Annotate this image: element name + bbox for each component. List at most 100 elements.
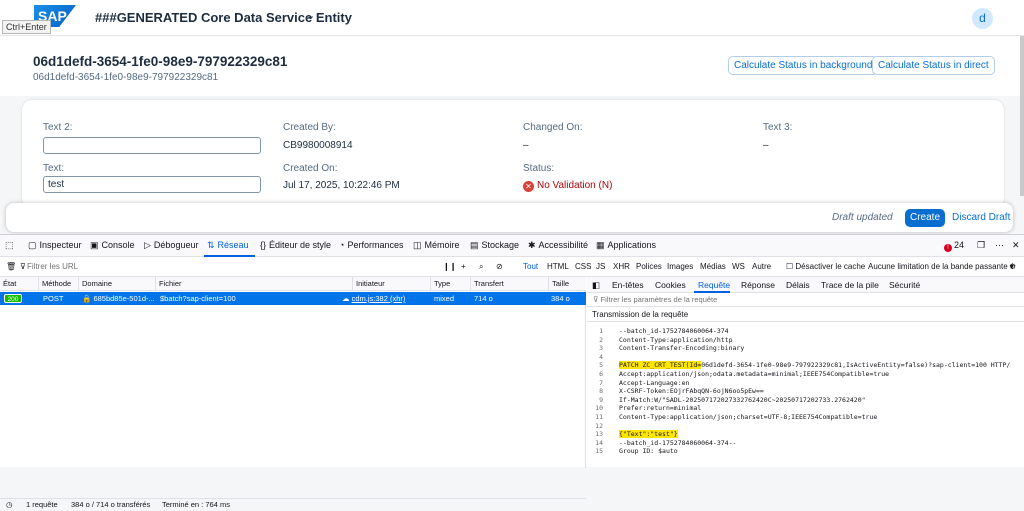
pick-element-icon[interactable]: ⬚ [5,240,14,251]
column-header-domain[interactable]: Domaine [78,277,112,291]
line-number: 14 [595,438,603,447]
tab-memory[interactable]: ◫ Mémoire [413,240,460,251]
type-filter-xhr[interactable]: XHR [613,262,630,271]
line-number: 15 [595,447,603,456]
type-filter-html[interactable]: HTML [547,262,569,271]
network-icon: ⇅ [207,240,215,250]
text3-label: Text 3: [763,122,793,133]
memory-icon: ◫ [413,240,422,250]
recordings-icon[interactable]: ◷ [6,499,13,511]
tab-request[interactable]: Requête [698,280,730,290]
changed-on-label: Changed On: [523,122,583,133]
shell-bar: SAP Ctrl+Enter ###GENERATED Core Data Se… [0,0,1024,36]
tab-console[interactable]: ▣ Console [90,240,135,251]
column-header-type[interactable]: Type [430,277,450,291]
column-header-size[interactable]: Taille [548,277,569,291]
type-filter-other[interactable]: Autre [752,262,771,271]
network-toolbar: 🗑 ⊽ Filtrer les URL ❙❙ + ⌕ ⊘ Tout HTML C… [0,257,1024,277]
toggle-sidebar-icon[interactable]: ◧ [592,280,600,291]
details-tabbar: ◧ En-têtes Cookies Requête Réponse Délai… [587,277,1024,293]
type-filter-images[interactable]: Images [667,262,693,271]
tab-applications[interactable]: ▦ Applications [596,240,656,251]
code-text: Content-Type:application/json;charset=UT… [619,413,878,421]
text-input[interactable] [43,176,261,193]
status-text: No Validation (N) [537,180,613,191]
status-code-badge: 200 [4,294,22,303]
tab-inspector[interactable]: ▢ Inspecteur [28,240,82,251]
column-header-transfer[interactable]: Transfert [470,277,504,291]
create-button[interactable]: Create [905,209,946,227]
line-number: 13 [595,430,603,439]
tab-style-editor[interactable]: {} Éditeur de style [260,240,331,250]
more-icon[interactable]: ⋯ [995,240,1004,251]
calculate-status-background-button[interactable]: Calculate Status in background [728,56,879,75]
search-icon[interactable]: ⌕ [479,262,483,272]
tab-storage[interactable]: ▤ Stockage [470,240,519,251]
style-editor-icon: {} [260,240,267,250]
devtools-panel: ⬚ ▢ Inspecteur ▣ Console ▷ Débogueur ⇅ Résea… [0,234,1024,509]
calculate-status-direct-button[interactable]: Calculate Status in direct [872,56,995,75]
disable-cache-checkbox[interactable]: ☐ Désactiver le cache [786,262,865,271]
avatar[interactable]: d [972,8,993,29]
dock-icon[interactable]: ❐ [977,240,985,251]
tab-stack-trace[interactable]: Trace de la pile [821,280,879,290]
changed-on-value: – [523,140,529,151]
column-header-initiator[interactable]: Initiateur [352,277,385,291]
code-line: 6 Accept:application/json;odata.metadata=… [587,370,1024,379]
trash-icon[interactable]: 🗑 [6,262,16,271]
type-filter-js[interactable]: JS [596,262,605,271]
type-filter-css[interactable]: CSS [575,262,591,271]
type-filter-fonts[interactable]: Polices [636,262,662,271]
block-icon[interactable]: ⊘ [496,262,503,271]
line-number: 7 [599,378,603,387]
chevron-down-icon[interactable]: ⌄ [306,9,315,22]
shortcut-tooltip: Ctrl+Enter [2,20,51,34]
tab-debugger[interactable]: ▷ Débogueur [144,240,198,251]
code-text: Content-Type:application/http [619,335,733,344]
transfer-summary: 384 o / 714 o transférés [71,500,151,509]
status-value: ✕ No Validation (N) [523,180,612,192]
tab-performance[interactable]: ◔ Performances [339,240,403,250]
code-line: 9 If-Match:W/"SADL-202507172027332762420C… [587,396,1024,405]
tab-response[interactable]: Réponse [741,280,775,290]
column-header-file[interactable]: Fichier [155,277,182,291]
pause-icon[interactable]: ❙❙ [443,262,456,271]
tab-security[interactable]: Sécurité [889,280,920,290]
line-number: 8 [599,387,603,396]
type-filter-ws[interactable]: WS [732,262,745,271]
tab-timings[interactable]: Délais [786,280,810,290]
column-header-status[interactable]: État [0,277,16,291]
gear-icon[interactable]: ⚙ [1009,262,1016,271]
row-domain: 🔒 685bd85e-501d-... [82,294,155,303]
param-filter-input[interactable]: ⊽ Filtrer les paramètres de la requête [587,293,1024,307]
code-text: Accept-Language:en [619,378,690,387]
request-list: État Méthode Domaine Fichier Initiateur … [0,277,586,509]
line-number: 5 [599,361,603,370]
object-subtitle: 06d1defd-3654-1fe0-98e9-797922329c81 [33,72,219,83]
tab-network[interactable]: ⇅ Réseau [207,240,249,251]
tab-accessibility[interactable]: ✱ Accessibilité [528,240,588,251]
tab-cookies[interactable]: Cookies [655,280,686,290]
row-type: mixed [434,294,455,303]
code-text: Prefer:return=minimal [619,404,702,413]
table-row[interactable]: 200 POST 🔒 685bd85e-501d-... $batch?sap-… [0,292,586,305]
row-initiator[interactable]: ☁ cdm.js:382 (xhr) [342,292,405,305]
line-number: 4 [599,352,603,361]
footer-toolbar: Draft updated Create Discard Draft [6,203,1013,232]
error-count-badge[interactable]: ! 24 [944,240,964,252]
filter-url-input[interactable]: Filtrer les URL [27,262,78,271]
type-filter-media[interactable]: Médias [700,262,726,271]
plus-icon[interactable]: + [461,262,466,271]
code-line: 14 --batch_id-1752784060064-374-- [587,439,1024,448]
page-scrollbar[interactable] [1020,36,1024,196]
close-icon[interactable]: ✕ [1012,240,1020,251]
tab-headers[interactable]: En-têtes [612,280,644,290]
type-filter-all[interactable]: Tout [523,262,538,271]
text2-input[interactable] [43,137,261,154]
row-file: $batch?sap-client=100 [160,294,236,303]
code-line: 1 --batch_id-1752784060064-374 [587,327,1024,336]
column-header-method[interactable]: Méthode [38,277,71,291]
throttle-select[interactable]: Aucune limitation de la bande passante ▾ [868,262,1014,271]
discard-draft-button[interactable]: Discard Draft [952,212,1010,223]
line-number: 3 [599,344,603,353]
